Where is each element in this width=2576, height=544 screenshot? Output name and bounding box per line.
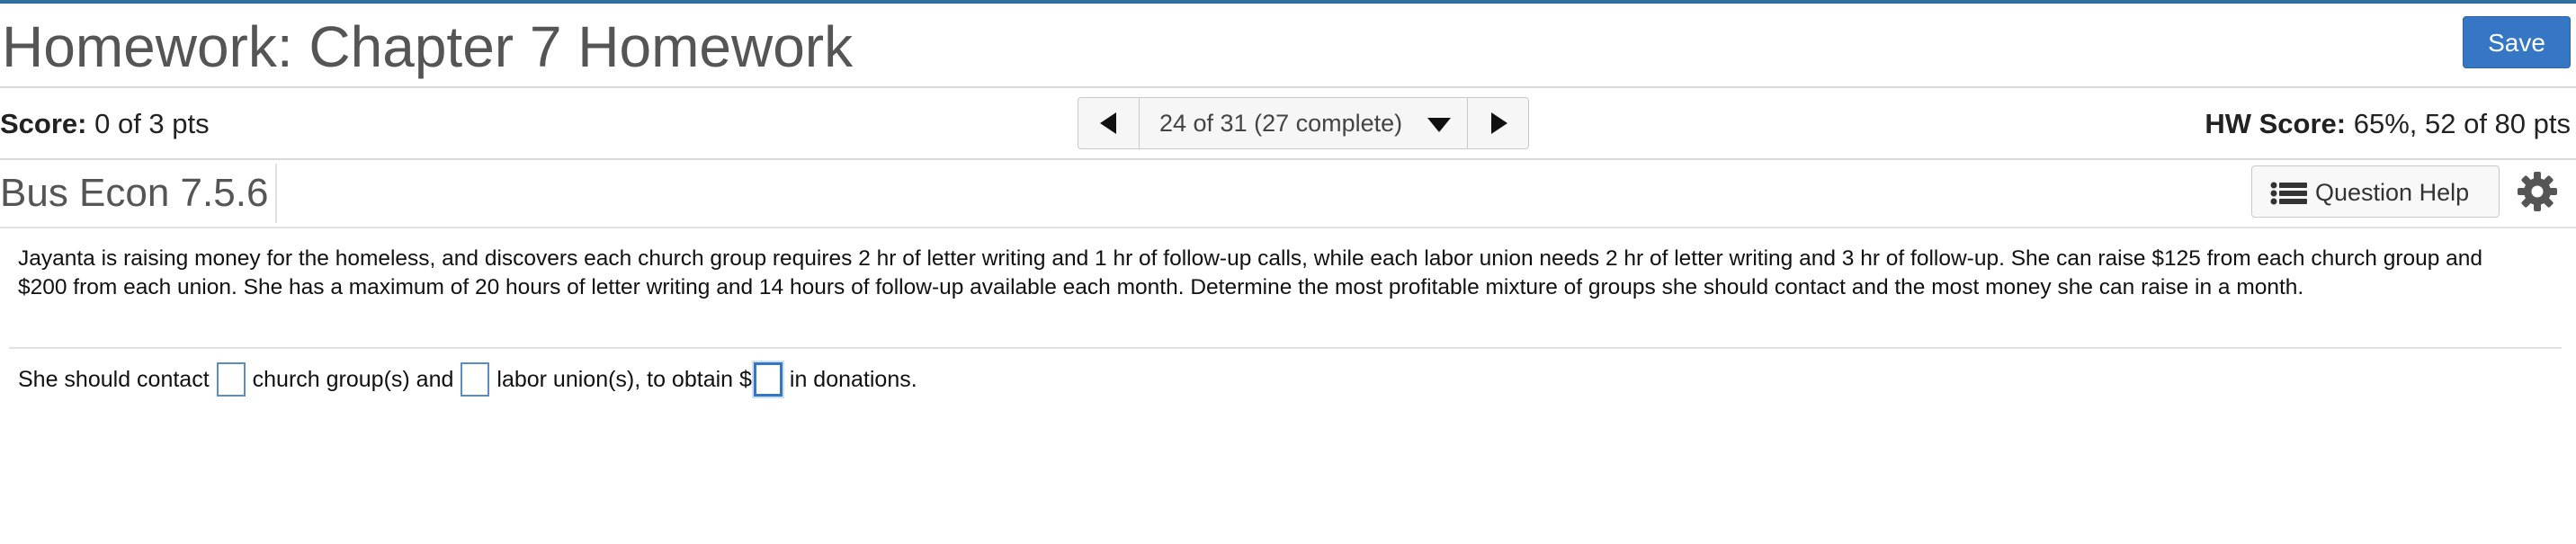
question-select-dropdown[interactable]: 24 of 31 (27 complete): [1140, 98, 1467, 148]
title-bar: Homework: Chapter 7 Homework Save: [0, 4, 2576, 88]
donations-input[interactable]: [753, 362, 783, 397]
hw-score-label: HW Score:: [2205, 108, 2347, 139]
question-position-label: 24 of 31 (27 complete): [1159, 110, 1403, 137]
next-question-button[interactable]: [1467, 98, 1528, 148]
score-value: 0 of 3 pts: [94, 108, 210, 139]
question-navigator: 24 of 31 (27 complete): [1078, 97, 1529, 149]
answer-text-4: in donations.: [789, 367, 917, 392]
hw-score-value: 65%, 52 of 80 pts: [2353, 108, 2571, 139]
triangle-left-icon: [1100, 112, 1116, 134]
answer-text-3: labor union(s), to obtain $: [496, 367, 752, 392]
question-bar-divider: [275, 164, 277, 223]
church-groups-input[interactable]: [216, 362, 246, 397]
question-id: Bus Econ 7.5.6: [0, 171, 269, 215]
triangle-right-icon: [1491, 112, 1507, 134]
gear-icon[interactable]: [2517, 171, 2558, 212]
previous-question-button[interactable]: [1078, 98, 1140, 148]
problem-statement: Jayanta is raising money for the homeles…: [18, 246, 2483, 299]
answer-line: She should contact church group(s) and l…: [18, 360, 917, 399]
question-score: Score: 0 of 3 pts: [0, 108, 210, 140]
score-label: Score:: [0, 108, 87, 139]
caret-down-icon: [1427, 118, 1451, 132]
list-icon: [2270, 182, 2307, 205]
question-help-button[interactable]: Question Help: [2251, 165, 2500, 218]
save-button[interactable]: Save: [2463, 16, 2571, 68]
section-divider: [9, 347, 2562, 349]
question-bar: Bus Econ 7.5.6 Question Help: [0, 160, 2576, 228]
score-bar: Score: 0 of 3 pts 24 of 31 (27 complete)…: [0, 88, 2576, 160]
answer-text-2: church group(s) and: [252, 367, 454, 392]
answer-text-1: She should contact: [18, 367, 210, 392]
labor-unions-input[interactable]: [461, 362, 490, 397]
page-title: Homework: Chapter 7 Homework: [2, 14, 854, 79]
hw-score: HW Score: 65%, 52 of 80 pts: [2205, 108, 2571, 140]
question-help-label: Question Help: [2315, 179, 2470, 206]
